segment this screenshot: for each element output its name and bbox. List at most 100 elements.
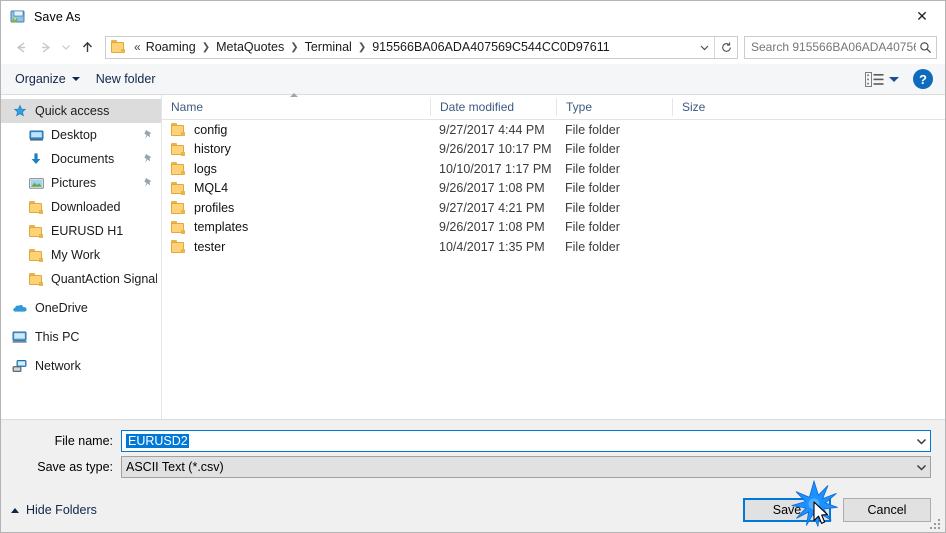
sidebar-item-quantaction-signal[interactable]: QuantAction Signal <box>1 267 161 291</box>
sidebar-item-label: QuantAction Signal <box>51 272 157 286</box>
sidebar-item-this-pc[interactable]: This PC <box>1 325 161 349</box>
file-name-cell: config <box>162 123 430 137</box>
help-button[interactable]: ? <box>913 69 933 89</box>
save-button[interactable]: Save <box>743 498 831 522</box>
sidebar-item-network[interactable]: Network <box>1 354 161 378</box>
file-name-label: tester <box>194 239 226 254</box>
pin-icon[interactable] <box>143 129 153 141</box>
table-row[interactable]: tester 10/4/2017 1:35 PM File folder <box>162 237 945 257</box>
hide-folders-label: Hide Folders <box>26 503 97 517</box>
cancel-button[interactable]: Cancel <box>843 498 931 522</box>
save-as-type-value: ASCII Text (*.csv) <box>126 460 224 474</box>
recent-locations-chevron-icon[interactable] <box>57 35 75 59</box>
sidebar-item-label: EURUSD H1 <box>51 224 124 238</box>
sidebar-item-my-work[interactable]: My Work <box>1 243 161 267</box>
pin-icon[interactable] <box>143 177 153 189</box>
column-header-size[interactable]: Size <box>672 98 750 116</box>
file-list-pane: Name Date modified Type Size config 9/27… <box>162 93 945 419</box>
address-bar[interactable]: « Roaming ❯ MetaQuotes ❯ Terminal ❯ 9155… <box>105 35 738 59</box>
save-as-icon <box>10 9 26 25</box>
forward-arrow-icon[interactable] <box>33 35 57 59</box>
sidebar-item-documents[interactable]: Documents <box>1 147 161 171</box>
this-pc-icon <box>11 329 29 345</box>
save-as-type-select[interactable]: ASCII Text (*.csv) <box>121 456 931 478</box>
refresh-icon[interactable] <box>714 36 737 58</box>
sidebar-item-label: Network <box>35 359 81 373</box>
sidebar-item-desktop[interactable]: Desktop <box>1 123 161 147</box>
column-header-type[interactable]: Type <box>556 98 672 116</box>
breadcrumb-overflow[interactable]: « <box>132 38 144 56</box>
sidebar-item-eurusd-h1[interactable]: EURUSD H1 <box>1 219 161 243</box>
folder-icon <box>171 142 186 156</box>
column-header-date-modified[interactable]: Date modified <box>430 98 556 116</box>
hide-folders-button[interactable]: Hide Folders <box>11 503 97 517</box>
file-name-label: File name: <box>54 434 113 448</box>
search-icon[interactable] <box>916 41 936 54</box>
breadcrumb-separator[interactable]: ❯ <box>198 42 214 53</box>
sidebar-item-label: Documents <box>51 152 115 166</box>
table-row[interactable]: profiles 9/27/2017 4:21 PM File folder <box>162 198 945 218</box>
star-icon <box>11 103 29 119</box>
pin-icon[interactable] <box>143 153 153 165</box>
dialog-footer: Hide Folders Save Cancel <box>1 488 945 532</box>
folder-icon <box>27 271 45 287</box>
sidebar-item-label: My Work <box>51 248 101 262</box>
up-arrow-icon[interactable] <box>75 35 99 59</box>
folder-icon <box>171 240 186 254</box>
file-type-cell: File folder <box>565 200 620 215</box>
file-date-cell: 10/10/2017 1:17 PM <box>439 161 552 176</box>
title-bar: Save As ✕ <box>1 1 945 32</box>
column-header-name[interactable]: Name <box>162 93 430 116</box>
breadcrumb-item-terminal-id[interactable]: 915566BA06ADA407569C544CC0D97611 <box>370 38 611 56</box>
file-name-label: profiles <box>194 200 235 215</box>
breadcrumb-item-terminal[interactable]: Terminal <box>303 38 354 56</box>
sidebar-item-label: Desktop <box>51 128 97 142</box>
chevron-down-icon[interactable] <box>889 76 899 82</box>
sidebar-item-pictures[interactable]: Pictures <box>1 171 161 195</box>
folder-icon <box>27 199 45 215</box>
documents-download-icon <box>27 151 45 167</box>
file-name-label: config <box>194 122 228 137</box>
file-name-label: history <box>194 142 231 157</box>
chevron-down-icon[interactable] <box>913 457 930 477</box>
search-input[interactable]: Search 915566BA06ADA40756... <box>744 35 937 59</box>
breadcrumb-item-metaquotes[interactable]: MetaQuotes <box>214 38 286 56</box>
file-date-cell: 10/4/2017 1:35 PM <box>439 239 545 254</box>
sidebar-item-label: Downloaded <box>51 200 121 214</box>
breadcrumb-separator[interactable]: ❯ <box>354 42 370 53</box>
back-arrow-icon[interactable] <box>9 35 33 59</box>
file-name-cell: history <box>162 142 430 156</box>
resize-grip[interactable] <box>930 517 942 529</box>
file-date-cell: 9/26/2017 10:17 PM <box>439 142 552 157</box>
folder-icon <box>27 223 45 239</box>
save-as-dialog: Save As ✕ « Roaming ❯ MetaQuotes ❯ Termi… <box>0 0 946 533</box>
breadcrumb-separator[interactable]: ❯ <box>286 42 302 53</box>
close-button[interactable]: ✕ <box>899 1 945 31</box>
column-header-label: Date modified <box>440 100 515 114</box>
sidebar-item-downloaded[interactable]: Downloaded <box>1 195 161 219</box>
file-name-input[interactable]: EURUSD2 <box>121 430 931 452</box>
view-layout-icon[interactable] <box>863 70 885 88</box>
file-name-cell: logs <box>162 162 430 176</box>
sidebar-item-quick-access[interactable]: Quick access <box>1 99 161 123</box>
table-row[interactable]: MQL4 9/26/2017 1:08 PM File folder <box>162 179 945 199</box>
save-form: File name: EURUSD2 Save as type: ASCII T… <box>1 419 945 488</box>
file-type-cell: File folder <box>565 239 620 254</box>
breadcrumb: « Roaming ❯ MetaQuotes ❯ Terminal ❯ 9155… <box>132 38 694 56</box>
desktop-icon <box>27 127 45 143</box>
file-name-row: File name: EURUSD2 <box>1 430 945 452</box>
folder-icon <box>171 123 186 137</box>
organize-button[interactable]: Organize <box>7 68 88 90</box>
chevron-down-icon[interactable] <box>694 37 714 58</box>
table-row[interactable]: history 9/26/2017 10:17 PM File folder <box>162 140 945 160</box>
table-row[interactable]: templates 9/26/2017 1:08 PM File folder <box>162 218 945 238</box>
onedrive-cloud-icon <box>11 300 29 316</box>
chevron-down-icon[interactable] <box>913 431 930 451</box>
organize-label: Organize <box>15 72 66 86</box>
breadcrumb-item-roaming[interactable]: Roaming <box>144 38 198 56</box>
table-row[interactable]: config 9/27/2017 4:44 PM File folder <box>162 120 945 140</box>
new-folder-button[interactable]: New folder <box>88 68 164 90</box>
table-row[interactable]: logs 10/10/2017 1:17 PM File folder <box>162 159 945 179</box>
sidebar-item-onedrive[interactable]: OneDrive <box>1 296 161 320</box>
file-name-value: EURUSD2 <box>126 434 189 448</box>
